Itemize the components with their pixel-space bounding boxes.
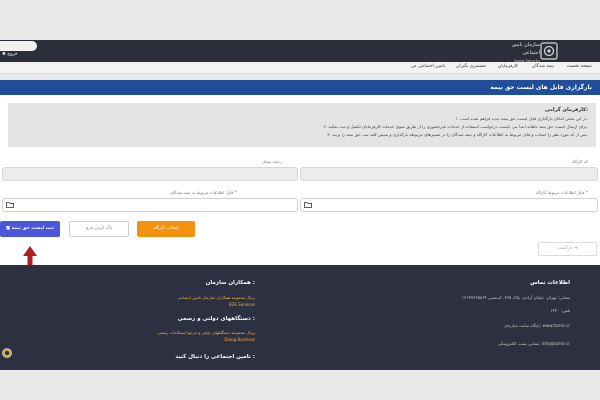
notice-line: ۲. برای ارسال لیست حق بیمه ماهانه ابتدا …	[323, 124, 588, 129]
folder-icon	[304, 202, 312, 208]
footer-email[interactable]: نشانی پست الکترونیکی: info@tamin.ir	[498, 341, 570, 346]
back-button[interactable]: بازگشت ➜	[538, 242, 597, 256]
notice-box: کارفرمای گرامی: ۱. در این بخش امکان بارگ…	[8, 103, 596, 147]
logout-button[interactable]: ✖ خروج	[2, 52, 18, 57]
nav-item-pensioners[interactable]: مستمری بگیران	[456, 64, 486, 69]
footer-gov-title: دستگاههای دولتی و رسمی :	[177, 316, 255, 322]
contract-row-label: ردیف پیمان	[262, 159, 282, 164]
contract-row-select[interactable]	[2, 167, 298, 181]
footer-phone: تلفن: ۱۴۲۰	[550, 308, 570, 313]
notice-heading: کارفرمای گرامی:	[544, 107, 588, 113]
workshop-file-input[interactable]	[300, 198, 598, 212]
footer-partner-sub[interactable]: B2E Services	[229, 302, 255, 307]
footer-website[interactable]: پایگاه سایت سازمان: www.tamin.ir	[504, 323, 570, 328]
insured-file-label: فایل اطلاعات مربوط به بیمه شدگان *	[170, 190, 237, 195]
footer-gov-sub[interactable]: Doing Business	[224, 337, 255, 342]
main-navigation: صفحه نخست بیمه شدگان کارفرمایان مستمری ب…	[0, 62, 600, 74]
insured-file-input[interactable]	[2, 198, 298, 212]
nav-item-home[interactable]: صفحه نخست	[567, 64, 592, 69]
page-title: بارگزاری فایل های لیست حق بیمه	[490, 84, 592, 91]
site-footer	[0, 265, 600, 370]
footer-contact-title: اطلاعات تماس	[530, 280, 570, 286]
folder-icon	[6, 202, 14, 208]
footer-gov-link[interactable]: پرتال مجموعه دستگاههای دولتی و مرجع استع…	[157, 330, 255, 335]
footer-address: نشانی: تهران، خیابان آزادی، پلاک ۳۶۵، کد…	[461, 295, 570, 300]
submit-insurance-list-button[interactable]: 🖫 ثبت لیست حق بیمه	[0, 221, 60, 237]
workshop-code-select[interactable]	[300, 167, 598, 181]
nav-item-employers[interactable]: کارفرمایان	[498, 64, 518, 69]
workshop-code-label: کد کارگاه	[571, 159, 588, 164]
clear-form-button[interactable]: پاک کردن فرم	[69, 221, 129, 237]
select-workshop-button[interactable]: انتخاب کارگاه	[137, 221, 195, 237]
notice-line: ۱. در این بخش امکان بارگذاری فایل لیست ح…	[455, 116, 588, 121]
footer-partners-title: همکاران سازمان :	[205, 280, 255, 286]
nav-item-my-tamin[interactable]: تامین اجتماعی من	[411, 64, 445, 69]
chat-support-icon[interactable]	[2, 348, 12, 358]
footer-partner-link[interactable]: پرتال مجموعه همکاران سازمان تامین اجتماع…	[177, 295, 255, 300]
notice-line: ۳. پس از کد مورد نظر را انتخاب و فایل مر…	[327, 132, 588, 137]
nav-item-insured[interactable]: بیمه شدگان	[532, 64, 554, 69]
workshop-file-label: فایل اطلاعات مربوط کارگاه *	[535, 190, 588, 195]
footer-follow-title: تامین اجتماعی را دنبال کنید :	[175, 354, 255, 360]
user-account-pill[interactable]	[0, 41, 37, 51]
organization-logo-icon	[540, 42, 558, 60]
